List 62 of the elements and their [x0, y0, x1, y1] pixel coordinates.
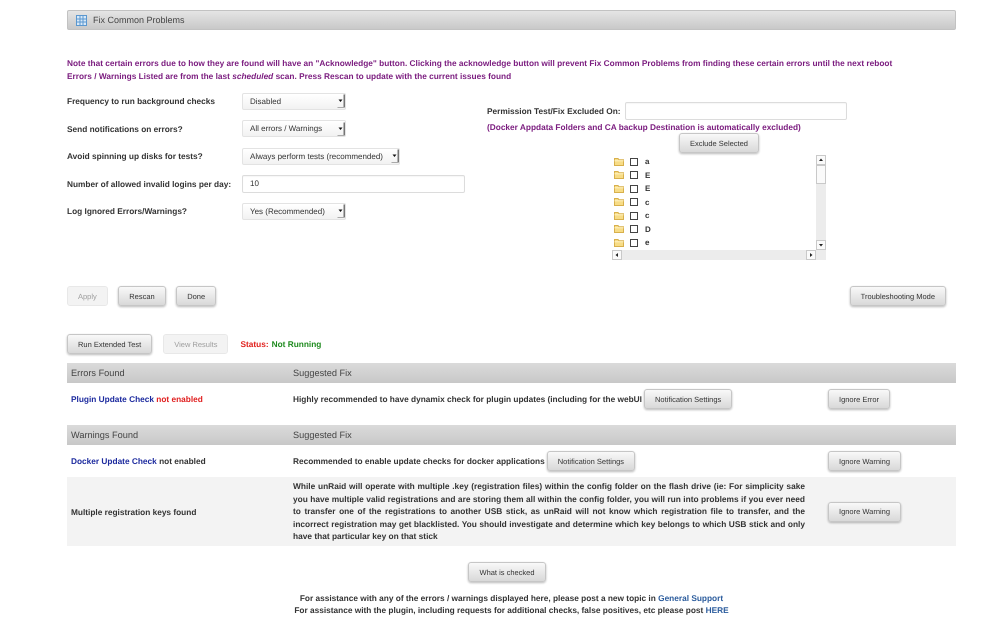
dropdown[interactable]: Yes (Recommended): [242, 202, 346, 220]
column-header: Suggested Fix: [293, 368, 352, 378]
folder-icon: [614, 212, 624, 220]
text-input[interactable]: 10: [242, 174, 465, 192]
folder-name: a: [645, 157, 650, 166]
folder-name: E: [645, 184, 650, 194]
fix-text: Highly recommended to have dynamix check for plugin updates (including for the webUI: [293, 394, 642, 404]
checkbox[interactable]: [630, 198, 638, 206]
column-header: Suggested Fix: [293, 430, 352, 440]
grid-icon: [76, 14, 87, 26]
issue-text: Multiple registration keys found: [71, 506, 196, 516]
folder-icon: [614, 158, 624, 166]
folder-name: c: [645, 198, 650, 207]
setting-label: Send notifications on errors?: [67, 124, 184, 134]
text-input[interactable]: [624, 102, 847, 120]
folder-name: e: [645, 238, 650, 248]
checkbox[interactable]: [630, 225, 638, 234]
help-text: For assistance with the plugin, including requests for additional checks, false positives, etc please post HERE: [293, 604, 730, 616]
setting-label: Frequency to run background checks: [67, 96, 216, 106]
checkbox[interactable]: [630, 158, 638, 166]
folder-name: E: [645, 170, 650, 180]
fix-text: While unRaid will operate with multiple .key (registration files) within the config folder on the flash drive (ie: For simplicity sake you have multiple valid registrations and are storing them all within the config folder, you will run into problems if you ever need to transfer one of the registrations to another USB stick, as unRaid will not know which registration file to transfer, and the incorrect registration may get blacklisted. You should investigate and determine which key belongs to which USB stick and only have that particular key on that stick: [293, 480, 805, 543]
column-header: Warnings Found: [71, 430, 138, 440]
folder-icon: [614, 184, 624, 193]
status-label: Status:: [240, 339, 269, 349]
checkbox[interactable]: [630, 184, 638, 193]
notice-text: Errors / Warnings Listed are from the last scheduled scan. Press Rescan to update with the current issues found: [67, 70, 512, 82]
issue-text: Plugin Update Check not enabled: [71, 394, 203, 404]
setting-label: Avoid spinning up disks for tests?: [67, 151, 204, 161]
setting-label: Log Ignored Errors/Warnings?: [67, 206, 188, 216]
issue-link[interactable]: Docker Update Check: [71, 456, 157, 466]
folder-icon: [614, 225, 624, 234]
horizontal-scrollbar[interactable]: [612, 250, 826, 260]
folder-name: D: [645, 224, 651, 234]
caret-icon: [390, 149, 399, 163]
notice-text: Note that certain errors due to how they are found will have an "Acknowledge" button. Clicking the acknowledge button will prevent Fix Common Problems from finding these certain errors until the next reboot: [67, 56, 894, 70]
help-link[interactable]: General Support: [658, 593, 724, 603]
caret-icon: [336, 204, 345, 218]
caret-icon: [336, 94, 345, 108]
setting-label: Permission Test/Fix Excluded On:: [487, 106, 621, 116]
vertical-scrollbar[interactable]: [816, 155, 826, 250]
column-header: Errors Found: [71, 368, 125, 378]
checkbox[interactable]: [630, 212, 638, 220]
caret-icon: [336, 122, 345, 136]
folder-icon: [614, 171, 624, 180]
help-text: For assistance with any of the errors / warnings displayed here, please post a new topic in General Support: [298, 592, 724, 604]
help-link[interactable]: HERE: [706, 605, 729, 615]
issue-link[interactable]: Plugin Update Check: [71, 394, 154, 404]
status-value: Not Running: [272, 339, 322, 349]
note-text: (Docker Appdata Folders and CA backup Destination is automatically excluded): [487, 121, 802, 133]
dropdown[interactable]: All errors / Warnings: [242, 120, 346, 137]
checkbox[interactable]: [630, 171, 638, 180]
dropdown[interactable]: Always perform tests (recommended): [242, 148, 400, 164]
setting-label: Number of allowed invalid logins per day:: [67, 178, 232, 188]
dropdown[interactable]: Disabled: [242, 92, 346, 110]
issue-text: Docker Update Check not enabled: [71, 456, 206, 466]
folder-icon: [614, 238, 624, 247]
folder-icon: [614, 198, 624, 206]
fix-text: Recommended to enable update checks for docker applications: [293, 456, 545, 466]
checkbox[interactable]: [630, 238, 638, 247]
panel-title: Fix Common Problems: [93, 15, 185, 25]
folder-name: c: [645, 211, 650, 220]
